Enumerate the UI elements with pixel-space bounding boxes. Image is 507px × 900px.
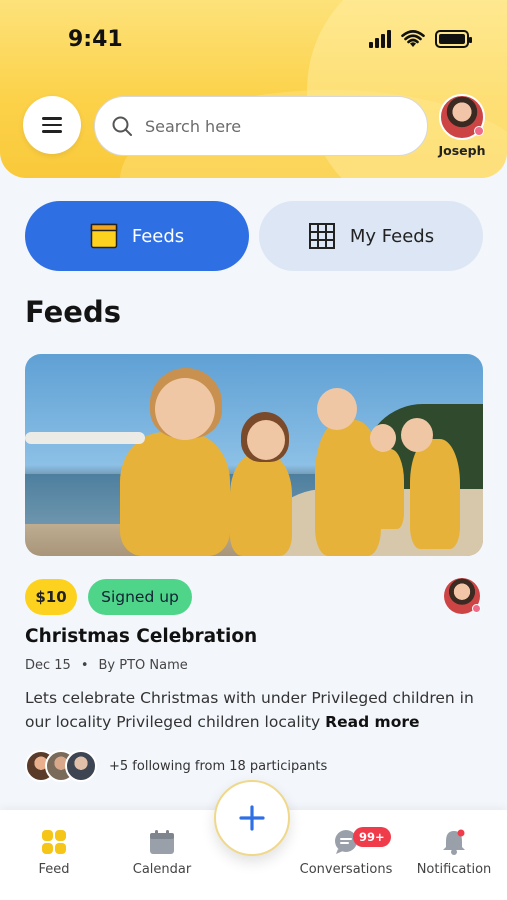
image-child — [317, 388, 357, 430]
signal-icon — [369, 30, 391, 48]
price-badge: $10 — [25, 579, 77, 615]
bell-icon — [440, 828, 468, 856]
plus-icon — [239, 805, 265, 831]
image-child — [155, 378, 215, 440]
author-avatar[interactable] — [444, 578, 481, 614]
status-time: 9:41 — [68, 27, 123, 52]
hamburger-icon — [42, 117, 62, 120]
event-description: Lets celebrate Christmas with under Priv… — [25, 686, 490, 734]
grid-table-icon — [308, 223, 335, 249]
nav-item-notification[interactable]: Notification — [414, 828, 494, 877]
nav-label-conversations: Conversations — [299, 862, 393, 877]
search-icon — [112, 116, 132, 136]
avatar — [439, 94, 485, 140]
image-rope — [25, 432, 145, 444]
status-icons — [369, 30, 472, 48]
event-title[interactable]: Christmas Celebration — [25, 626, 257, 647]
nav-item-feed[interactable]: Feed — [32, 828, 76, 877]
profile-name: Joseph — [438, 143, 486, 158]
event-meta: Dec 15 • By PTO Name — [25, 658, 188, 673]
meta-separator: • — [80, 658, 89, 673]
image-child — [120, 432, 230, 556]
calendar-icon — [148, 828, 176, 856]
image-child — [370, 449, 404, 529]
read-more-link[interactable]: Read more — [325, 713, 419, 731]
tab-my-feeds[interactable]: My Feeds — [259, 201, 483, 271]
nav-label-notification: Notification — [416, 862, 492, 877]
feed-image[interactable] — [25, 354, 483, 556]
search-input[interactable] — [145, 116, 385, 136]
event-date: Dec 15 — [25, 658, 71, 673]
battery-icon — [435, 30, 472, 48]
image-child — [370, 424, 396, 452]
section-title: Feeds — [25, 295, 121, 329]
image-child — [401, 418, 433, 452]
grid-icon — [40, 828, 68, 856]
search-bar[interactable] — [94, 96, 428, 156]
menu-button[interactable] — [23, 96, 81, 154]
online-status-dot — [474, 126, 484, 136]
status-badge: Signed up — [88, 579, 192, 615]
tab-feeds-label: Feeds — [131, 225, 185, 247]
participants[interactable]: +5 following from 18 participants — [25, 750, 327, 782]
event-author: By PTO Name — [98, 658, 188, 673]
hamburger-icon-line — [42, 130, 62, 133]
nav-label-feed: Feed — [38, 862, 70, 877]
online-status-dot — [472, 604, 481, 613]
participants-text: +5 following from 18 participants — [109, 758, 328, 774]
wifi-icon — [401, 30, 425, 47]
hamburger-icon-line — [42, 123, 62, 127]
add-button[interactable] — [214, 780, 290, 856]
image-child — [230, 454, 292, 556]
profile-button[interactable]: Joseph — [436, 94, 488, 158]
nav-item-calendar[interactable]: Calendar — [128, 828, 196, 877]
conversations-badge: 99+ — [353, 827, 391, 847]
image-child — [247, 420, 285, 460]
tab-my-feeds-label: My Feeds — [349, 225, 435, 247]
tab-feeds[interactable]: Feeds — [25, 201, 249, 271]
participant-avatar — [65, 750, 97, 782]
nav-label-calendar: Calendar — [132, 862, 192, 877]
feed-window-icon — [90, 223, 118, 249]
image-child — [410, 439, 460, 549]
